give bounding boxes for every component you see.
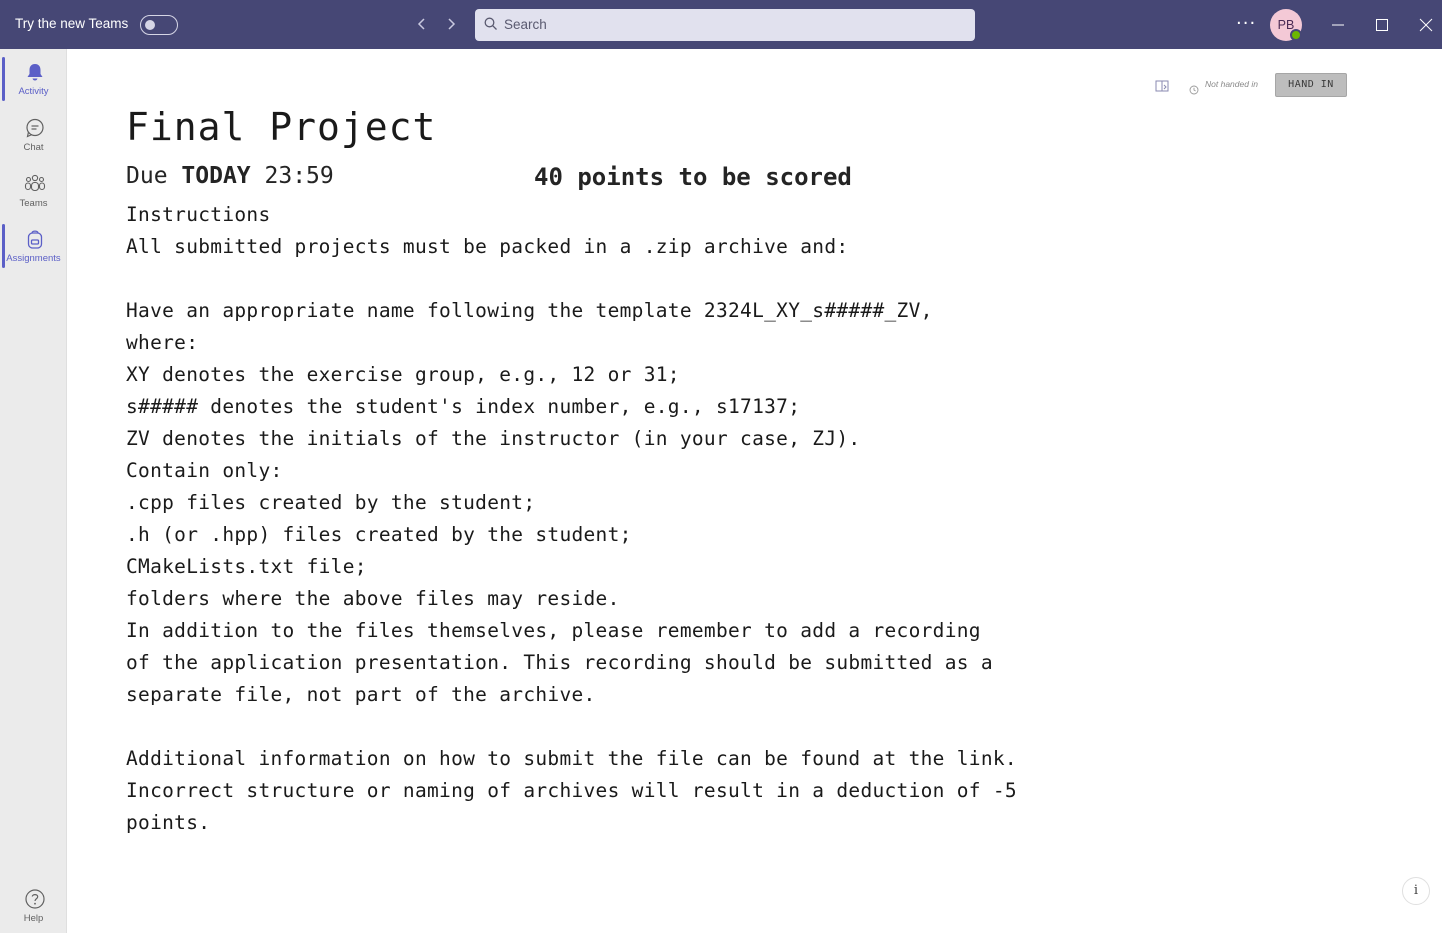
instructions-heading: Instructions: [126, 203, 271, 226]
instruction-line: folders where the above files may reside…: [126, 587, 620, 610]
try-new-teams-label: Try the new Teams: [15, 16, 129, 31]
instructions-body: Instructions All submitted projects must …: [126, 199, 1017, 839]
minimize-icon[interactable]: [1325, 12, 1351, 38]
try-new-teams-toggle[interactable]: [140, 15, 178, 35]
instruction-line: ZV denotes the initials of the instructo…: [126, 427, 861, 450]
back-arrow-icon[interactable]: [414, 14, 430, 34]
rail-item-label: Help: [23, 913, 44, 924]
instruction-line: of the application presentation. This re…: [126, 651, 993, 674]
rail-item-chat[interactable]: Chat: [0, 113, 67, 163]
help-icon: [24, 888, 46, 910]
rail-item-assignments[interactable]: Assignments: [0, 224, 67, 274]
due-date: Due TODAY 23:59: [126, 163, 334, 189]
backpack-icon: [24, 228, 46, 250]
status-badge: Not handed in: [1205, 79, 1258, 89]
bell-icon: [24, 61, 46, 83]
points-label: 40 points to be scored: [534, 163, 852, 191]
forward-arrow-icon[interactable]: [443, 14, 459, 34]
rail-item-help[interactable]: Help: [0, 884, 67, 933]
rail-item-label: Activity: [18, 86, 49, 97]
due-row: Due TODAY 23:59 40 points to be scored: [126, 163, 946, 199]
page-title: Final Project: [126, 105, 437, 149]
presence-available-icon: [1290, 29, 1302, 41]
instruction-line: CMakeLists.txt file;: [126, 555, 367, 578]
hand-in-button[interactable]: HAND IN: [1275, 73, 1347, 97]
rail-item-label: Chat: [23, 142, 44, 153]
instruction-line: Have an appropriate name following the t…: [126, 299, 933, 322]
close-icon[interactable]: [1413, 12, 1439, 38]
search-placeholder: Search: [504, 17, 547, 32]
instruction-line: .h (or .hpp) files created by the studen…: [126, 523, 632, 546]
rail-item-teams[interactable]: Teams: [0, 169, 67, 219]
rail-item-label: Teams: [19, 198, 48, 209]
instruction-line: points.: [126, 811, 211, 834]
instruction-line: Additional information on how to submit …: [126, 747, 1017, 770]
info-icon[interactable]: i: [1402, 877, 1430, 905]
instruction-line: Incorrect structure or naming of archive…: [126, 779, 1017, 802]
instruction-line: XY denotes the exercise group, e.g., 12 …: [126, 363, 680, 386]
title-bar: Try the new Teams Search ··· PB: [0, 0, 1442, 49]
maximize-icon[interactable]: [1369, 12, 1395, 38]
instruction-line: Contain only:: [126, 459, 283, 482]
instruction-line: [126, 263, 946, 295]
instruction-line: In addition to the files themselves, ple…: [126, 619, 981, 642]
app-rail: Activity Chat Teams Assignments Help: [0, 49, 67, 933]
immersive-reader-icon[interactable]: [1155, 78, 1169, 97]
teams-icon: [24, 173, 46, 195]
instruction-line: .cpp files created by the student;: [126, 491, 536, 514]
clock-icon: [1189, 80, 1199, 99]
instruction-line: [126, 711, 946, 743]
instruction-line: All submitted projects must be packed in…: [126, 235, 849, 258]
instruction-line: s##### denotes the student's index numbe…: [126, 395, 801, 418]
search-input[interactable]: Search: [475, 9, 975, 41]
assignment-details: Final Project Due TODAY 23:59 40 points …: [126, 105, 1017, 839]
assignment-pane: Not handed in HAND IN Final Project Due …: [68, 49, 1442, 933]
instruction-line: where:: [126, 331, 199, 354]
chat-icon: [24, 117, 46, 139]
rail-item-label: Assignments: [6, 253, 61, 264]
more-options-icon[interactable]: ···: [1236, 13, 1256, 34]
rail-item-activity[interactable]: Activity: [0, 57, 67, 107]
instruction-line: separate file, not part of the archive.: [126, 683, 596, 706]
search-icon: [484, 17, 498, 34]
